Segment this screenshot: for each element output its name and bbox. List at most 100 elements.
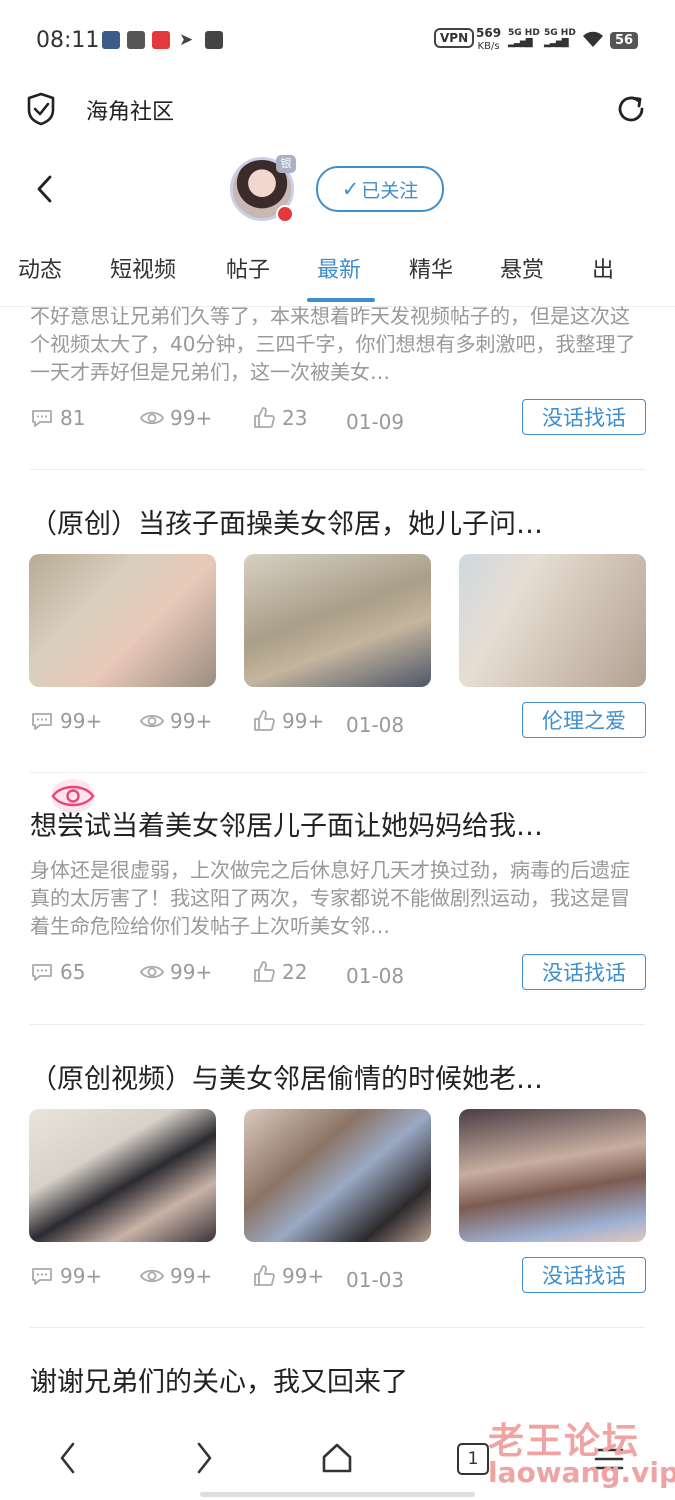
tab-short-video[interactable]: 短视频 [110,252,176,284]
app-notification-icon [127,31,145,49]
like-count-value: 23 [282,406,308,430]
divider [30,469,645,470]
shield-icon[interactable] [26,92,56,126]
post-excerpt: 不好意思让兄弟们久等了，本来想着昨天发视频帖子的，但是这次这个视频太大了，40分… [30,304,636,384]
like-count: 22 [252,960,307,984]
post-thumbnail[interactable] [459,1109,646,1242]
comment-icon [32,713,52,730]
comment-count-value: 81 [60,406,86,430]
category-tag[interactable]: 伦理之爱 [522,702,646,738]
post-title: 谢谢兄弟们的关心，我又回来了 [30,1367,408,1398]
tab-more[interactable]: 出 [592,252,612,284]
signal-2-icon: 5G HD ▂▃▅▇ [544,28,576,48]
post-date: 01-08 [346,713,405,737]
post-date: 01-08 [346,964,405,988]
thumbs-up-icon [254,710,275,731]
telegram-icon: ➤ [179,30,194,50]
view-count: 99+ [140,960,212,984]
comment-icon [32,410,52,427]
app-notification-icon [152,31,170,49]
post-date: 01-09 [346,410,405,434]
net-speed: 569 KB/s [476,27,501,53]
home-indicator[interactable] [200,1492,475,1497]
comment-icon [32,964,52,981]
category-tag[interactable]: 没话找话 [522,399,646,435]
post-stats: 65 99+ 22 01-08 [30,960,510,990]
divider [30,1327,645,1328]
chevron-right-icon [197,1442,212,1474]
thumbs-up-icon [254,407,275,428]
thumbs-up-icon [254,961,275,982]
app-notification-icon [102,31,120,49]
back-button[interactable] [30,172,60,206]
eye-icon [140,965,164,979]
verified-badge-icon [276,205,294,223]
post-thumbnail[interactable] [29,1109,216,1242]
chevron-left-icon [60,1442,75,1474]
thumbs-up-icon [254,1265,275,1286]
comment-count: 99+ [30,709,102,733]
refresh-icon[interactable] [614,92,648,126]
comment-count-value: 99+ [60,709,103,733]
comment-count: 65 [30,960,85,984]
check-icon: ✓ [341,177,360,201]
like-count: 99+ [252,1264,324,1288]
nav-forward-button[interactable] [186,1438,220,1478]
tab-dynamics[interactable]: 动态 [18,252,62,284]
post-excerpt: 身体还是很虚弱，上次做完之后休息好几天才换过劲，病毒的后遗症真的太厉害了！我这阳… [30,858,630,938]
post-stats: 99+ 99+ 99+ 01-03 [30,1264,510,1294]
eye-icon [140,411,164,425]
follow-button[interactable]: ✓ 已关注 [316,166,444,212]
tab-featured[interactable]: 精华 [409,252,453,284]
view-count-value: 99+ [170,960,213,984]
net-speed-value: 569 [476,26,502,40]
follow-label: 已关注 [361,179,419,202]
nav-back-button[interactable] [52,1438,86,1478]
post-thumbnail[interactable] [29,554,216,687]
like-count-value: 22 [282,960,308,984]
eye-icon[interactable] [50,778,96,814]
tab-posts[interactable]: 帖子 [226,252,270,284]
like-count-value: 99+ [282,709,325,733]
battery-icon: 56 [610,32,639,49]
post-title: （原创）当孩子面操美女邻居，她儿子问… [30,509,543,540]
signal-1-icon: 5G HD ▂▃▅▇ [508,28,540,48]
view-count: 99+ [140,1264,212,1288]
comment-count-value: 99+ [60,1264,103,1288]
chevron-left-icon [37,175,52,203]
category-tag[interactable]: 没话找话 [522,954,646,990]
comment-count-value: 65 [60,960,86,984]
view-count: 99+ [140,709,212,733]
post-thumbnail[interactable] [459,554,646,687]
post-thumbnail[interactable] [244,1109,431,1242]
post-thumbnail[interactable] [244,554,431,687]
signal-1-label: 5G HD [508,28,540,38]
view-count-value: 99+ [170,1264,213,1288]
divider [30,772,645,773]
like-count: 23 [252,406,307,430]
post-stats: 81 99+ 23 01-09 [30,406,510,436]
category-tag[interactable]: 没话找话 [522,1257,646,1293]
status-time: 08:11 [36,28,100,53]
post-title: （原创视频）与美女邻居偷情的时候她老… [30,1064,543,1095]
like-count-value: 99+ [282,1264,325,1288]
level-badge: 银 [276,155,296,173]
taobao-icon [205,31,223,49]
net-speed-unit: KB/s [477,41,500,52]
tabs-button[interactable]: 1 [457,1443,489,1475]
like-count: 99+ [252,709,324,733]
comment-count: 99+ [30,1264,102,1288]
wifi-icon [582,30,604,52]
eye-icon [140,714,164,728]
view-count: 99+ [140,406,212,430]
post-date: 01-03 [346,1268,405,1292]
post-title: 想尝试当着美女邻居儿子面让她妈妈给我… [30,811,543,842]
status-bar: 08:11 ➤ VPN 569 KB/s 5G HD ▂▃▅▇ 5G HD ▂▃… [0,0,675,80]
tab-latest[interactable]: 最新 [317,252,361,284]
tab-bounty[interactable]: 悬赏 [500,252,544,284]
comment-icon [32,1268,52,1285]
watermark-url: laowang.vip [488,1456,675,1489]
nav-home-button[interactable] [320,1438,354,1478]
home-icon [322,1443,352,1473]
tab-bar: 动态 短视频 帖子 最新 精华 悬赏 出 [0,244,675,307]
